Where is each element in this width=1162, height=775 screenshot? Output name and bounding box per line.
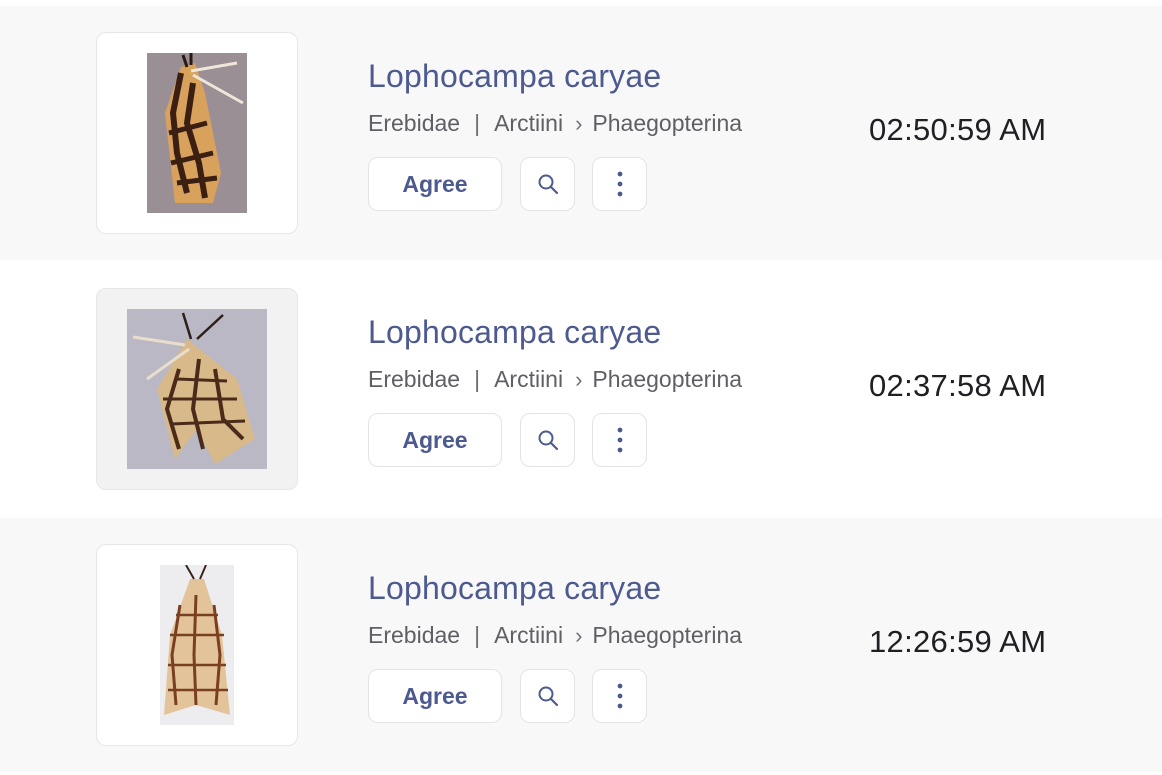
observation-list: Lophocampa caryae Erebidae | Arctiini › … bbox=[0, 0, 1162, 775]
more-options-button[interactable] bbox=[592, 669, 647, 723]
taxonomy-breadcrumb: Erebidae | Arctiini › Phaegopterina bbox=[368, 366, 742, 393]
observation-time: 12:26:59 AM bbox=[869, 624, 1047, 659]
chevron-right-icon: › bbox=[575, 110, 583, 136]
observation-thumbnail[interactable] bbox=[96, 288, 298, 490]
search-icon bbox=[538, 430, 558, 451]
moth-photo bbox=[127, 309, 267, 469]
taxonomy-breadcrumb: Erebidae | Arctiini › Phaegopterina bbox=[368, 110, 742, 137]
tribe-label: Arctiini bbox=[494, 110, 564, 136]
search-icon bbox=[538, 174, 558, 195]
pipe-separator: | bbox=[474, 110, 481, 136]
pipe-separator: | bbox=[474, 622, 481, 648]
observation-time: 02:50:59 AM bbox=[869, 112, 1047, 147]
tribe-label: Arctiini bbox=[494, 366, 564, 392]
family-label: Erebidae bbox=[368, 366, 461, 392]
species-name[interactable]: Lophocampa caryae bbox=[368, 570, 661, 607]
more-options-button[interactable] bbox=[592, 413, 647, 467]
subtribe-label: Phaegopterina bbox=[592, 110, 743, 136]
observation-row: Lophocampa caryae Erebidae | Arctiini › … bbox=[0, 6, 1162, 260]
observation-thumbnail[interactable] bbox=[96, 544, 298, 746]
more-options-button[interactable] bbox=[592, 157, 647, 211]
observation-thumbnail[interactable] bbox=[96, 32, 298, 234]
observation-time: 02:37:58 AM bbox=[869, 368, 1047, 403]
more-vertical-icon bbox=[617, 427, 622, 453]
more-vertical-icon bbox=[617, 683, 622, 709]
taxonomy-breadcrumb: Erebidae | Arctiini › Phaegopterina bbox=[368, 622, 742, 649]
agree-button[interactable]: Agree bbox=[368, 669, 502, 723]
subtribe-label: Phaegopterina bbox=[592, 366, 743, 392]
family-label: Erebidae bbox=[368, 622, 461, 648]
observation-row: Lophocampa caryae Erebidae | Arctiini › … bbox=[0, 518, 1162, 772]
agree-button[interactable]: Agree bbox=[368, 413, 502, 467]
tribe-label: Arctiini bbox=[494, 622, 564, 648]
pipe-separator: | bbox=[474, 366, 481, 392]
moth-photo bbox=[147, 53, 247, 213]
family-label: Erebidae bbox=[368, 110, 461, 136]
search-button[interactable] bbox=[520, 413, 575, 467]
search-icon bbox=[538, 686, 558, 707]
moth-photo bbox=[160, 565, 234, 725]
search-button[interactable] bbox=[520, 157, 575, 211]
search-button[interactable] bbox=[520, 669, 575, 723]
agree-button[interactable]: Agree bbox=[368, 157, 502, 211]
species-name[interactable]: Lophocampa caryae bbox=[368, 314, 661, 351]
chevron-right-icon: › bbox=[575, 622, 583, 648]
species-name[interactable]: Lophocampa caryae bbox=[368, 58, 661, 95]
observation-row: Lophocampa caryae Erebidae | Arctiini › … bbox=[0, 262, 1162, 516]
more-vertical-icon bbox=[617, 171, 622, 197]
subtribe-label: Phaegopterina bbox=[592, 622, 743, 648]
chevron-right-icon: › bbox=[575, 366, 583, 392]
